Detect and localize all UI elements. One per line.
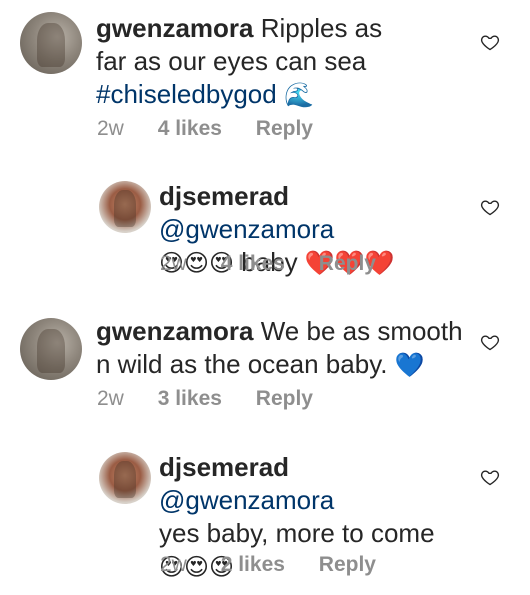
blue-heart-emoji: 💙 <box>394 351 425 379</box>
heart-outline-icon[interactable] <box>480 197 500 217</box>
comment-body: gwenzamora Ripples as far as our eyes ca… <box>96 12 466 112</box>
avatar[interactable] <box>99 181 151 233</box>
avatar[interactable] <box>20 318 82 380</box>
reply-button[interactable]: Reply <box>319 252 376 275</box>
timestamp: 2w <box>160 252 187 275</box>
username[interactable]: gwenzamora <box>96 316 254 346</box>
likes-count[interactable]: 4 likes <box>221 252 285 275</box>
comment-body: gwenzamora We be as smooth n wild as the… <box>96 315 466 382</box>
comment-text: far as our eyes can sea <box>96 46 367 76</box>
reply-button[interactable]: Reply <box>256 117 313 140</box>
reply-button[interactable]: Reply <box>319 553 376 576</box>
comment-text: yes baby, more to come <box>159 518 435 548</box>
comment-meta: 2w 4 likes Reply <box>160 252 404 276</box>
avatar[interactable] <box>20 12 82 74</box>
comment-meta: 2w 4 likes Reply <box>97 117 341 141</box>
comment-meta: 2w 2 likes Reply <box>160 553 404 577</box>
mention-link[interactable]: @gwenzamora <box>159 214 334 244</box>
likes-count[interactable]: 3 likes <box>158 387 222 410</box>
timestamp: 2w <box>97 117 124 140</box>
avatar[interactable] <box>99 452 151 504</box>
likes-count[interactable]: 2 likes <box>221 553 285 576</box>
comment-text: Ripples as <box>260 13 383 43</box>
username[interactable]: djsemerad <box>159 452 289 482</box>
wave-emoji: 🌊 <box>283 81 314 109</box>
hashtag-link[interactable]: #chiseledbygod <box>96 79 277 109</box>
likes-count[interactable]: 4 likes <box>158 117 222 140</box>
timestamp: 2w <box>160 553 187 576</box>
heart-outline-icon[interactable] <box>480 32 500 52</box>
comment-text: n wild as the ocean baby. <box>96 349 388 379</box>
heart-outline-icon[interactable] <box>480 332 500 352</box>
username[interactable]: djsemerad <box>159 181 289 211</box>
mention-link[interactable]: @gwenzamora <box>159 485 334 515</box>
comment-meta: 2w 3 likes Reply <box>97 387 341 411</box>
username[interactable]: gwenzamora <box>96 13 254 43</box>
timestamp: 2w <box>97 387 124 410</box>
reply-button[interactable]: Reply <box>256 387 313 410</box>
heart-outline-icon[interactable] <box>480 467 500 487</box>
comment-text: We be as smooth <box>260 316 463 346</box>
